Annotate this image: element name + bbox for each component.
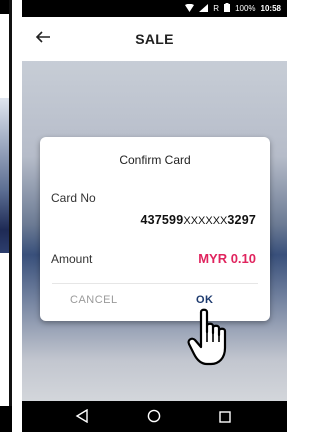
previous-screen-frame <box>0 0 12 432</box>
battery-percent: 100% <box>235 4 256 13</box>
page-title: SALE <box>135 31 174 47</box>
card-number-suffix: 3297 <box>227 213 256 227</box>
battery-icon <box>224 3 231 14</box>
dialog-title: Confirm Card <box>119 153 191 167</box>
signal-icon <box>199 3 209 14</box>
previous-nav-bar <box>0 406 12 432</box>
amount-value: MYR 0.10 <box>198 251 256 266</box>
network-type-label: R <box>213 4 220 13</box>
nav-recent-icon[interactable] <box>219 410 231 423</box>
card-number-mask: XXXXXX <box>183 215 228 227</box>
card-number-value: 437599XXXXXX3297 <box>140 213 256 227</box>
wifi-icon <box>185 3 195 14</box>
cancel-button[interactable]: CANCEL <box>70 294 118 306</box>
confirm-card-dialog: Confirm Card Card No 437599XXXXXX3297 Am… <box>40 137 270 321</box>
previous-screen-border <box>9 0 12 432</box>
status-time: 10:58 <box>260 4 281 13</box>
previous-screen-edge <box>0 0 22 432</box>
nav-back-icon[interactable] <box>75 408 89 424</box>
nav-home-icon[interactable] <box>147 409 161 423</box>
status-bar: R 100% 10:58 <box>22 0 287 17</box>
amount-label: Amount <box>51 252 93 266</box>
navigation-bar <box>22 401 287 432</box>
dialog-divider <box>52 283 258 284</box>
card-number-label: Card No <box>51 191 96 205</box>
phone-screen: R 100% 10:58 SALE Confirm Card Card No 4… <box>22 0 287 432</box>
previous-screen-background <box>0 98 9 253</box>
ok-button[interactable]: OK <box>196 294 214 306</box>
card-number-prefix: 437599 <box>140 213 184 227</box>
pointing-hand-icon <box>187 308 235 368</box>
app-bar: SALE <box>22 17 287 61</box>
